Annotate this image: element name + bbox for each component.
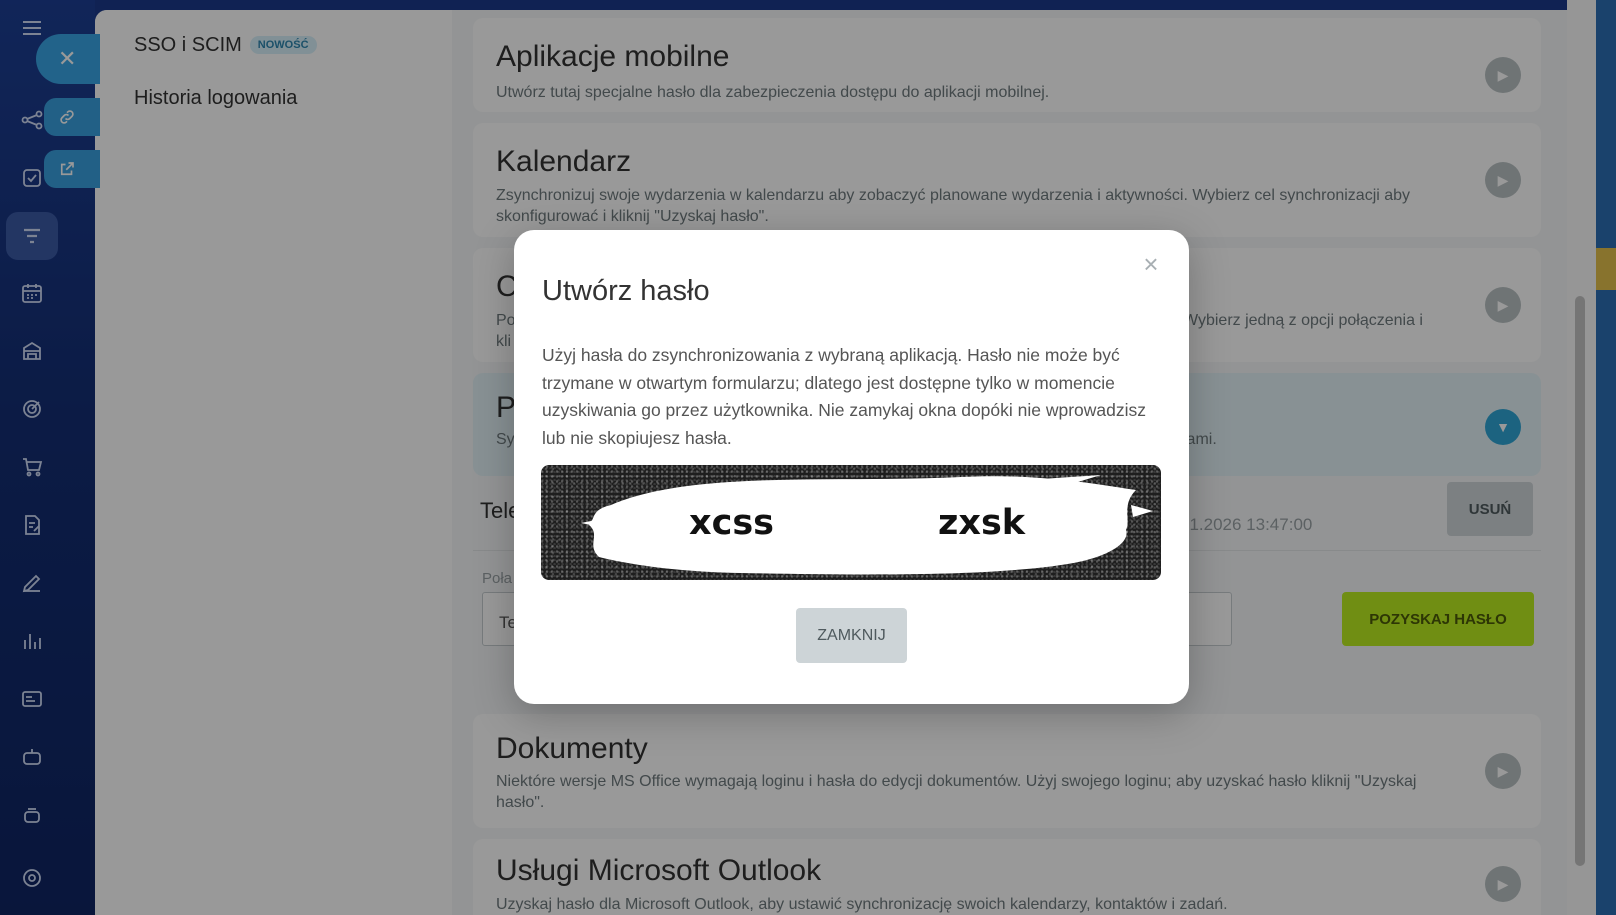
- password-part: xcss: [689, 503, 774, 543]
- password-display: xcss zxsk: [541, 465, 1161, 580]
- password-part: zxsk: [938, 503, 1026, 543]
- brush-stroke-icon: [581, 475, 1153, 575]
- close-dialog-button[interactable]: ZAMKNIJ: [796, 608, 907, 663]
- dialog-title: Utwórz hasło: [542, 275, 710, 307]
- dialog-text: Użyj hasła do zsynchronizowania z wybran…: [542, 345, 1147, 448]
- close-icon[interactable]: ×: [1139, 251, 1163, 277]
- create-password-dialog: × Utwórz hasło Użyj hasła do zsynchroniz…: [514, 230, 1189, 704]
